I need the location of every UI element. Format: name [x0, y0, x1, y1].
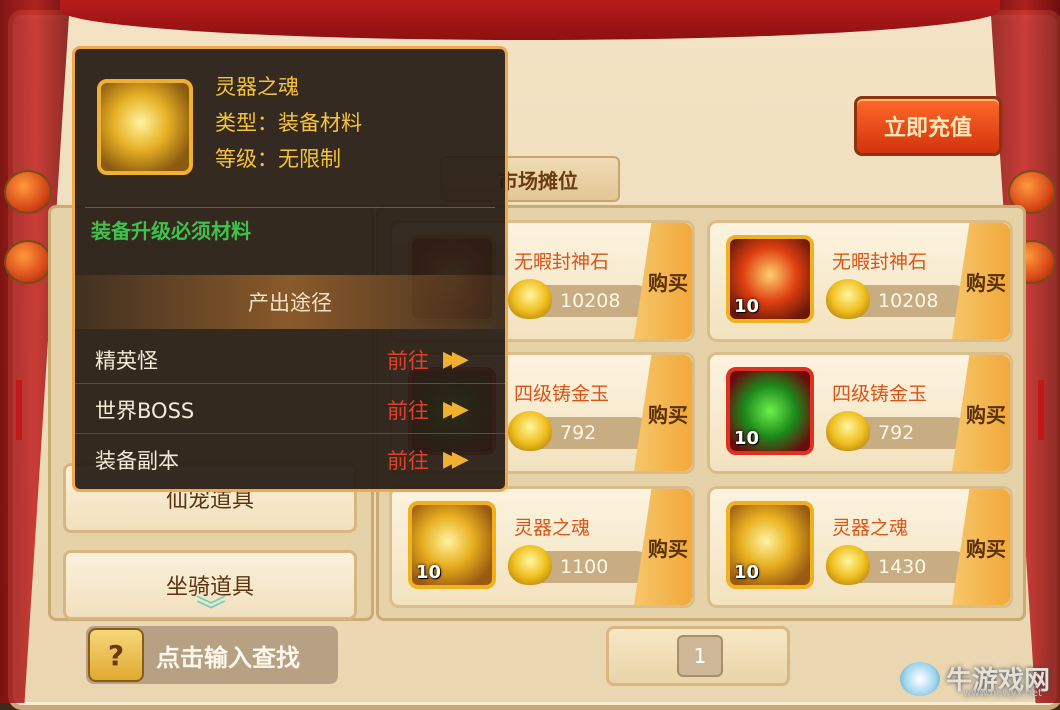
search-label: 点击输入查找	[156, 643, 300, 672]
lantern-icon	[4, 170, 52, 214]
item-name: 无暇封神石	[832, 251, 928, 273]
search-box[interactable]: ? 点击输入查找	[86, 626, 338, 684]
price-bar: 792	[508, 411, 652, 451]
item-card[interactable]: 10 灵器之魂 1430 购买	[707, 486, 1013, 608]
gold-ingot-icon	[508, 545, 552, 585]
item-name: 无暇封神石	[514, 251, 610, 273]
source-row[interactable]: 装备副本 前往 ▶▶	[75, 435, 505, 483]
buy-button[interactable]: 购买	[952, 489, 1010, 605]
goto-link[interactable]: 前往	[387, 445, 429, 475]
item-price: 792	[878, 422, 915, 444]
source-label: 装备副本	[95, 449, 179, 473]
price-bar: 792	[826, 411, 970, 451]
buy-button[interactable]: 购买	[634, 223, 692, 339]
double-arrow-icon[interactable]: ▶▶	[443, 447, 469, 472]
sealing-stone-icon: 10	[726, 235, 814, 323]
item-tooltip: 灵器之魂 类型：装备材料 等级：无限制 装备升级必须材料 产出途径 精英怪 前往…	[72, 46, 508, 492]
price-bar: 1100	[508, 545, 652, 585]
spirit-orb-icon: 10	[408, 501, 496, 589]
tooltip-item-name: 灵器之魂	[215, 75, 299, 99]
cow-logo-icon	[899, 661, 940, 696]
tassel-decoration	[1038, 380, 1044, 440]
buy-button[interactable]: 购买	[952, 223, 1010, 339]
watermark-url: www.newyx.net	[963, 688, 1042, 699]
item-card[interactable]: 10 灵器之魂 1100 购买	[389, 486, 695, 608]
page-number[interactable]: 1	[677, 635, 723, 677]
gold-ingot-icon	[826, 279, 870, 319]
divider	[85, 207, 495, 208]
source-label: 世界BOSS	[95, 399, 195, 423]
item-price: 1430	[878, 556, 927, 578]
pager: 1	[606, 626, 790, 686]
goto-link[interactable]: 前往	[387, 345, 429, 375]
item-price: 10208	[560, 290, 621, 312]
item-card[interactable]: 10 无暇封神石 10208 购买	[707, 220, 1013, 342]
price-bar: 10208	[508, 279, 652, 319]
gold-ingot-icon	[826, 411, 870, 451]
spirit-orb-icon	[97, 79, 193, 175]
source-row[interactable]: 精英怪 前往 ▶▶	[75, 335, 505, 384]
price-bar: 1430	[826, 545, 970, 585]
item-card[interactable]: 10 四级铸金玉 792 购买	[707, 352, 1013, 474]
tooltip-description: 装备升级必须材料	[91, 219, 251, 243]
buy-button[interactable]: 购买	[634, 489, 692, 605]
watermark: 牛游戏网 www.newyx.net	[899, 660, 1050, 699]
lantern-icon	[4, 240, 52, 284]
buy-button[interactable]: 购买	[952, 355, 1010, 471]
buy-button[interactable]: 购买	[634, 355, 692, 471]
gold-ingot-icon	[508, 279, 552, 319]
jade-icon: 10	[726, 367, 814, 455]
item-name: 四级铸金玉	[514, 383, 610, 405]
item-price: 1100	[560, 556, 609, 578]
spirit-orb-icon: 10	[726, 501, 814, 589]
source-row[interactable]: 世界BOSS 前往 ▶▶	[75, 385, 505, 434]
item-name: 灵器之魂	[832, 517, 909, 539]
double-arrow-icon[interactable]: ▶▶	[443, 397, 469, 422]
scroll-down-icon[interactable]: ︾	[190, 597, 232, 627]
recharge-button[interactable]: 立即充值	[854, 96, 1002, 156]
tassel-decoration	[16, 380, 22, 440]
source-header: 产出途径	[75, 275, 505, 329]
item-price: 10208	[878, 290, 939, 312]
tooltip-item-type: 类型：装备材料	[215, 111, 362, 135]
item-price: 792	[560, 422, 597, 444]
search-icon[interactable]: ?	[88, 628, 144, 682]
gold-ingot-icon	[508, 411, 552, 451]
item-name: 灵器之魂	[514, 517, 591, 539]
tooltip-item-level: 等级：无限制	[215, 147, 341, 171]
item-name: 四级铸金玉	[832, 383, 928, 405]
goto-link[interactable]: 前往	[387, 395, 429, 425]
source-label: 精英怪	[95, 349, 158, 373]
price-bar: 10208	[826, 279, 970, 319]
double-arrow-icon[interactable]: ▶▶	[443, 347, 469, 372]
gold-ingot-icon	[826, 545, 870, 585]
